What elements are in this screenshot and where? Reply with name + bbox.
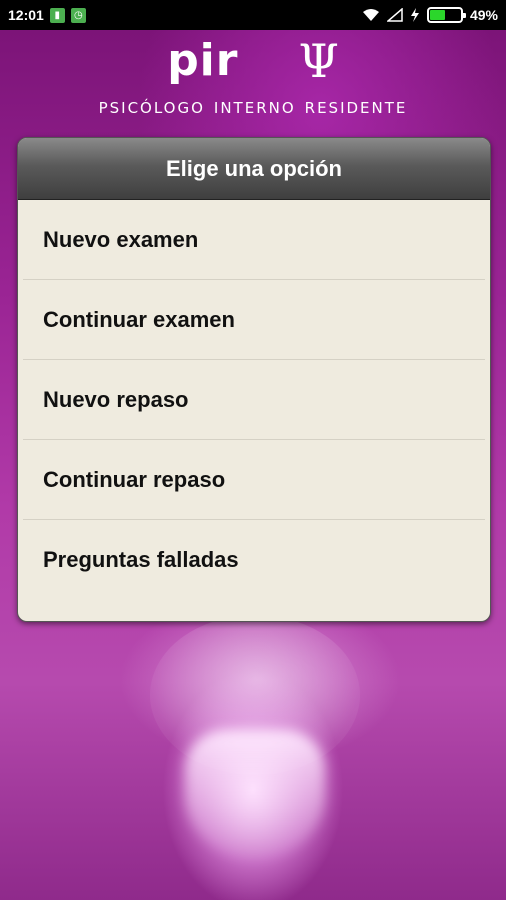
option-nuevo-repaso[interactable]: Nuevo repaso [18, 360, 490, 440]
battery-icon [426, 7, 466, 23]
options-list: Nuevo examen Continuar examen Nuevo repa… [18, 200, 490, 600]
alarm-icon: ◷ [70, 7, 86, 23]
clock: 12:01 [8, 7, 44, 23]
logo-subtitle: psicólogo interno residente [98, 94, 408, 119]
status-bar: 12:01 ▮ ◷ 49% [0, 0, 506, 30]
dialog-title: Elige una opción [18, 138, 490, 200]
battery-percent: 49% [469, 7, 498, 23]
signal-icon [386, 8, 403, 22]
psi-symbol-icon: Ψ [298, 34, 339, 88]
options-dialog: Elige una opción Nuevo examen Continuar … [17, 137, 491, 622]
sim-icon: ▮ [49, 7, 65, 23]
wifi-icon [362, 9, 379, 21]
logo-wordmark: pir [167, 35, 239, 86]
option-nuevo-examen[interactable]: Nuevo examen [18, 200, 490, 280]
option-continuar-examen[interactable]: Continuar examen [18, 280, 490, 360]
battery-level [429, 10, 445, 20]
option-preguntas-falladas[interactable]: Preguntas falladas [18, 520, 490, 600]
charging-icon [410, 8, 419, 22]
option-continuar-repaso[interactable]: Continuar repaso [18, 440, 490, 520]
app-logo: pir Ψ psicólogo interno residente [0, 36, 506, 119]
